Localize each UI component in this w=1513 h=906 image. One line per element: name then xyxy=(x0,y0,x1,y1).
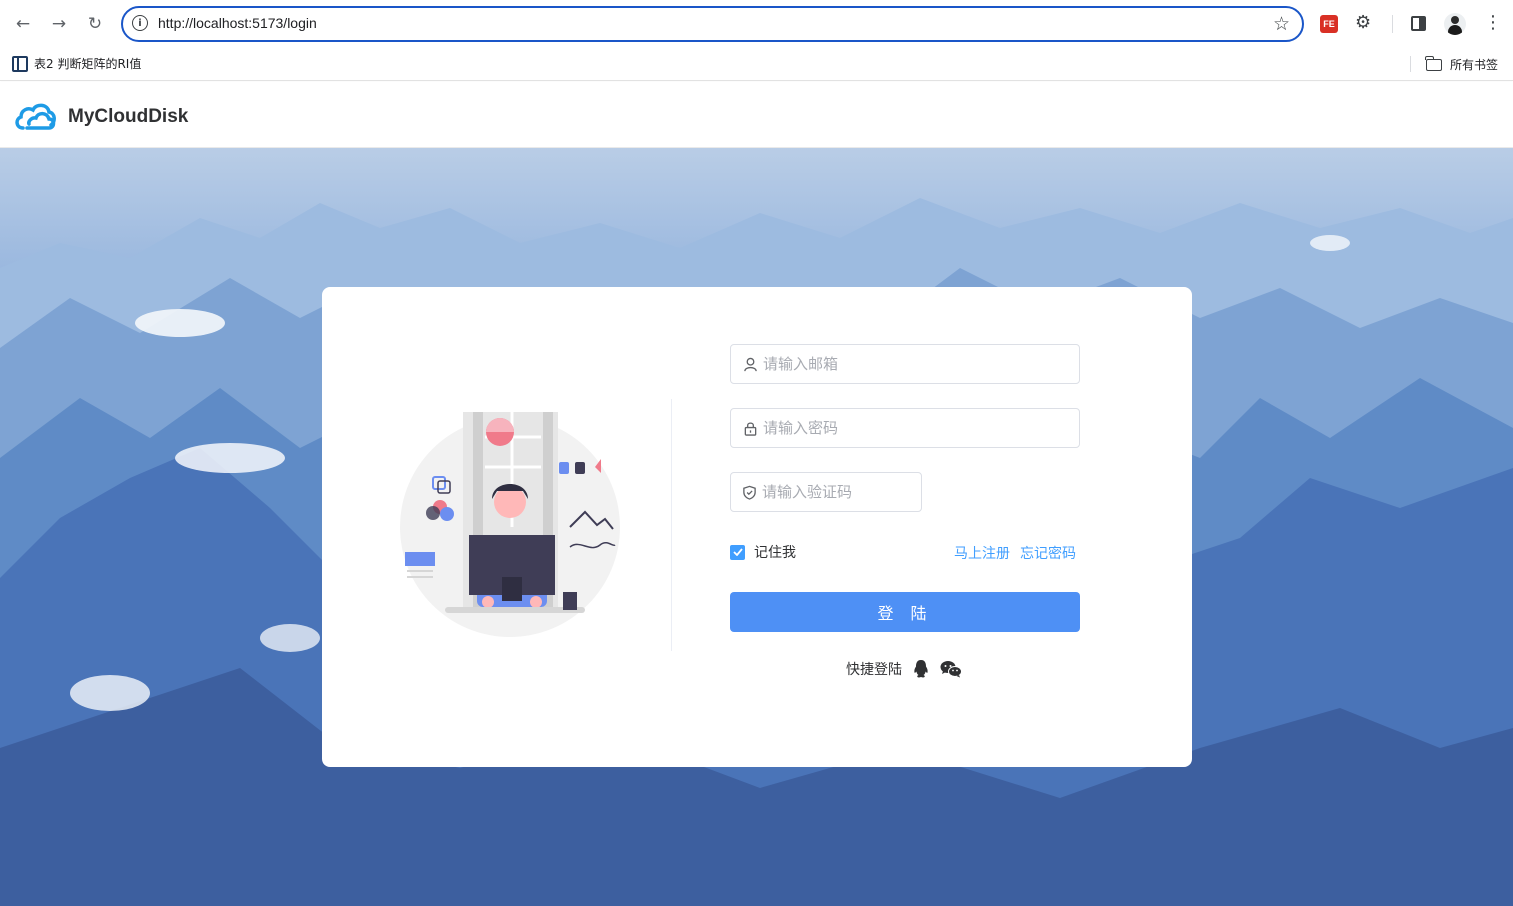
cloud-logo-icon[interactable] xyxy=(13,98,57,134)
bookmark-item[interactable]: 表2 判断矩阵的RI值 xyxy=(12,55,141,72)
email-field[interactable] xyxy=(730,344,1080,384)
url-text[interactable]: http://localhost:5173/login xyxy=(158,15,317,31)
side-panel-icon[interactable] xyxy=(1411,16,1426,31)
bookmark-favicon-icon xyxy=(12,55,28,72)
site-info-icon[interactable]: i xyxy=(132,15,148,31)
captcha-input[interactable] xyxy=(762,483,956,501)
remember-checkbox[interactable] xyxy=(730,544,745,560)
register-link[interactable]: 马上注册 xyxy=(954,543,1010,563)
profile-avatar[interactable] xyxy=(1444,13,1466,35)
password-input[interactable] xyxy=(763,419,1079,437)
bookmarks-divider xyxy=(1410,56,1411,72)
browser-toolbar: ← → ↻ i http://localhost:5173/login ☆ FE… xyxy=(0,0,1513,48)
back-icon[interactable]: ← xyxy=(11,12,35,36)
extensions-puzzle-icon[interactable]: ⚙ xyxy=(1355,12,1371,33)
remember-me[interactable]: 记住我 xyxy=(730,542,796,562)
card-divider xyxy=(671,399,672,651)
login-card: 记住我 马上注册 忘记密码 登 陆 快捷登陆 xyxy=(322,287,1192,767)
forward-icon[interactable]: → xyxy=(47,12,71,36)
bookmarks-bar: 表2 判断矩阵的RI值 所有书签 xyxy=(0,48,1513,81)
reload-icon[interactable]: ↻ xyxy=(83,12,107,36)
bookmark-star-icon[interactable]: ☆ xyxy=(1273,13,1290,35)
forgot-password-link[interactable]: 忘记密码 xyxy=(1020,543,1076,563)
lock-icon xyxy=(742,420,758,436)
email-input[interactable] xyxy=(763,355,1079,373)
address-bar[interactable]: i http://localhost:5173/login ☆ xyxy=(121,6,1304,42)
bookmark-label: 表2 判断矩阵的RI值 xyxy=(34,57,142,71)
menu-kebab-icon[interactable]: ⋮ xyxy=(1484,12,1502,33)
account-links: 马上注册 忘记密码 xyxy=(954,543,1076,563)
remember-label: 记住我 xyxy=(754,545,796,561)
app-title[interactable]: MyCloudDisk xyxy=(68,106,188,128)
password-field[interactable] xyxy=(730,408,1080,448)
user-icon xyxy=(742,356,758,372)
qq-icon[interactable] xyxy=(912,659,930,679)
login-button[interactable]: 登 陆 xyxy=(730,592,1080,632)
app-header: MyCloudDisk xyxy=(0,82,1513,148)
toolbar-divider xyxy=(1392,15,1393,33)
developer-illustration xyxy=(400,412,620,637)
quick-login-label: 快捷登陆 xyxy=(846,662,902,678)
extension-fe-icon[interactable]: FE xyxy=(1320,15,1338,33)
quick-login: 快捷登陆 xyxy=(846,659,962,679)
folder-icon xyxy=(1425,55,1442,71)
checkmark-icon xyxy=(732,548,743,556)
all-bookmarks-label: 所有书签 xyxy=(1450,58,1499,72)
captcha-field[interactable] xyxy=(730,472,956,512)
all-bookmarks-button[interactable]: 所有书签 xyxy=(1425,55,1499,73)
shield-check-icon xyxy=(742,484,757,500)
wechat-icon[interactable] xyxy=(940,660,962,678)
